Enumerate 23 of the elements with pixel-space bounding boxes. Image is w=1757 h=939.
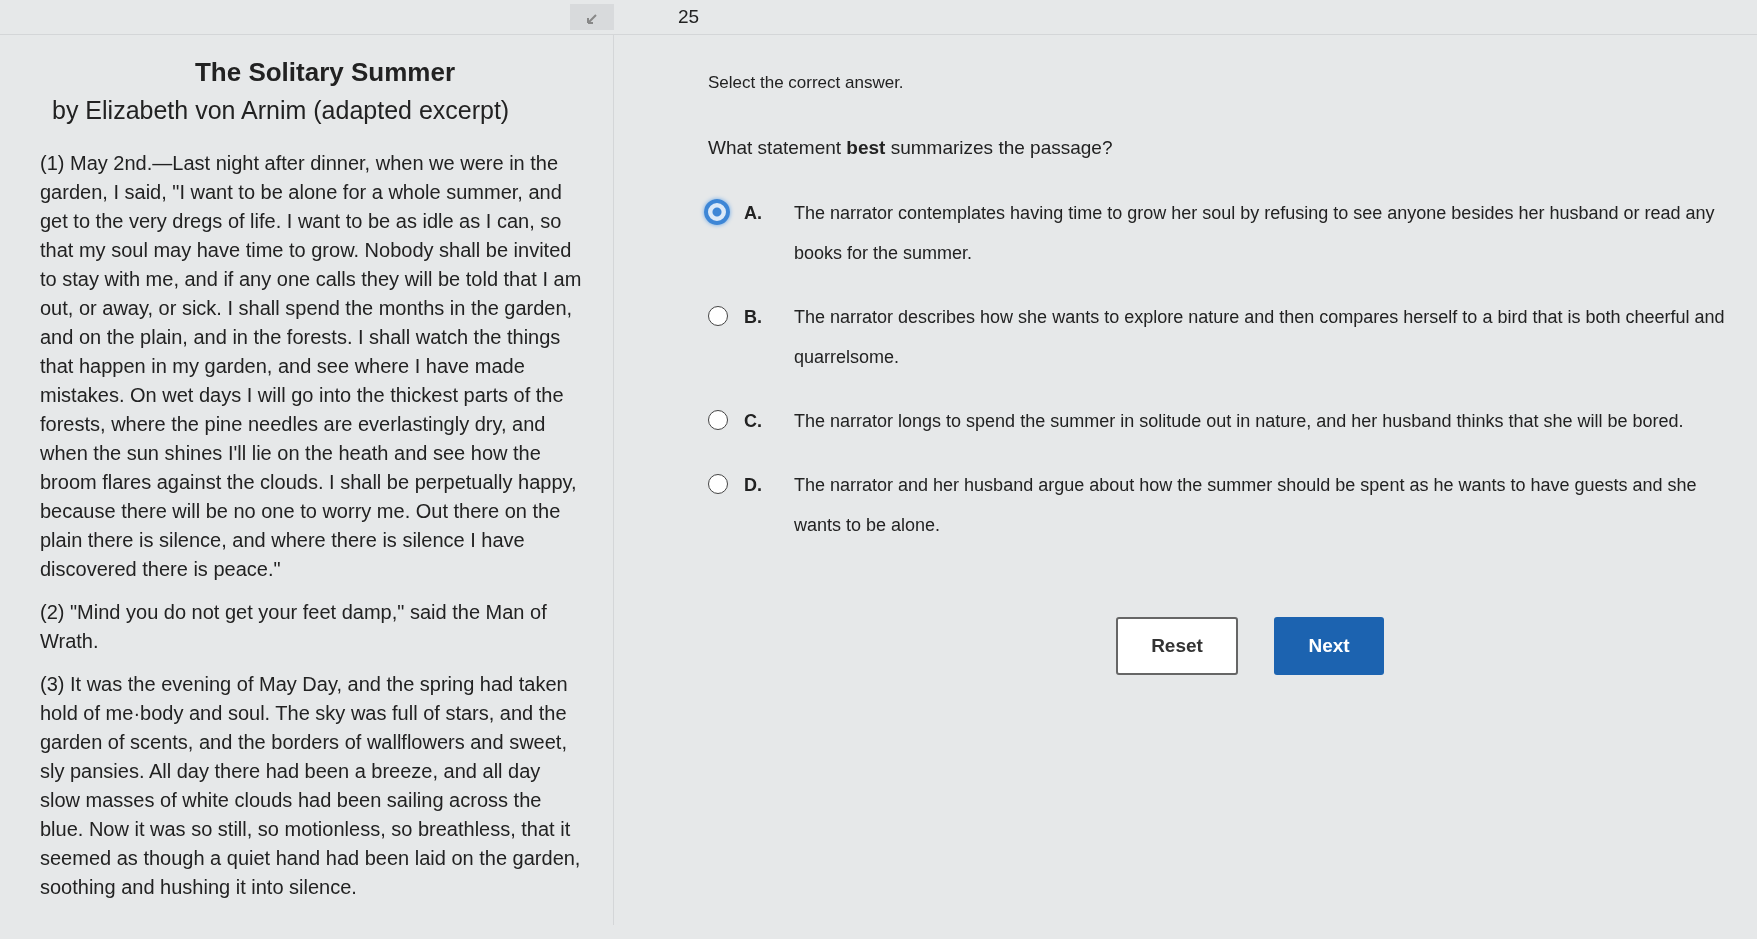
option-text[interactable]: The narrator longs to spend the summer in solitude out in nature, and her husband thinks that she will be bored. xyxy=(794,401,1734,441)
option-text[interactable]: The narrator describes how she wants to explore nature and then compares herself to a bird that is both cheerful and quarrelsome. xyxy=(794,297,1734,377)
option-text[interactable]: The narrator contemplates having time to grow her soul by refusing to see anyone besides her husband or read any books for the summer. xyxy=(794,193,1734,273)
radio-button[interactable] xyxy=(708,410,728,430)
next-button[interactable]: Next xyxy=(1274,617,1384,675)
passage-author: by Elizabeth von Arnim (adapted excerpt) xyxy=(52,96,511,125)
passage-paragraph: (3) It was the evening of May Day, and the spring had taken hold of me·body and soul. The sky was full of stars, and the garden of scents, and the borders of wallflowers and sweet, sly pansies. All day there had been a breeze, and all day slow masses of white clouds had been sailing across the blue. Now it was so still, so motionless, so breathless, that it seemed as though a quiet hand had been laid on the garden, soothing and hushing it into silence. xyxy=(40,672,582,900)
passage-paragraph: (2) "Mind you do not get your feet damp," said the Man of Wrath. xyxy=(40,600,548,654)
passage-title: The Solitary Summer xyxy=(193,57,457,88)
radio-button[interactable] xyxy=(708,474,728,494)
option-letter: C. xyxy=(744,410,763,433)
radio-button[interactable] xyxy=(704,199,730,225)
option-letter: B. xyxy=(744,306,763,329)
question-text: What statement best summarizes the passage? xyxy=(708,137,1114,159)
question-number: 25 xyxy=(678,6,700,28)
reset-button[interactable]: Reset xyxy=(1116,617,1238,675)
radio-button[interactable] xyxy=(708,306,728,326)
option-text[interactable]: The narrator and her husband argue about how the summer should be spent as he wants to have guests and she wants to be alone. xyxy=(794,465,1734,545)
option-letter: A. xyxy=(744,202,763,225)
instruction-text: Select the correct answer. xyxy=(708,73,905,93)
option-letter: D. xyxy=(744,474,763,497)
passage-paragraph: (1) May 2nd.—Last night after dinner, when we were in the garden, I said, "I want to be alone for a whole summer, and get to the very dregs of life. I want to be as idle as I can, so that my soul may have time to grow. Nobody shall be invited to stay with me, and if any one calls they will be told that I am out, or away, or sick. I shall spend the months in the garden, and on the plain, and in the forests. I shall watch the things that happen in my garden, and see where I have made mistakes. On wet days I will go into the thickest parts of the forests, where the pine needles are everlastingly dry, and when the sun shines I'll lie on the heath and see how the broom flares against the clouds. I shall be perpetually happy, because there will be no one to worry me. Out there on the plain there is silence, and where there is silence I have discovered there is peace." xyxy=(40,151,583,582)
resize-icon[interactable] xyxy=(570,4,614,30)
